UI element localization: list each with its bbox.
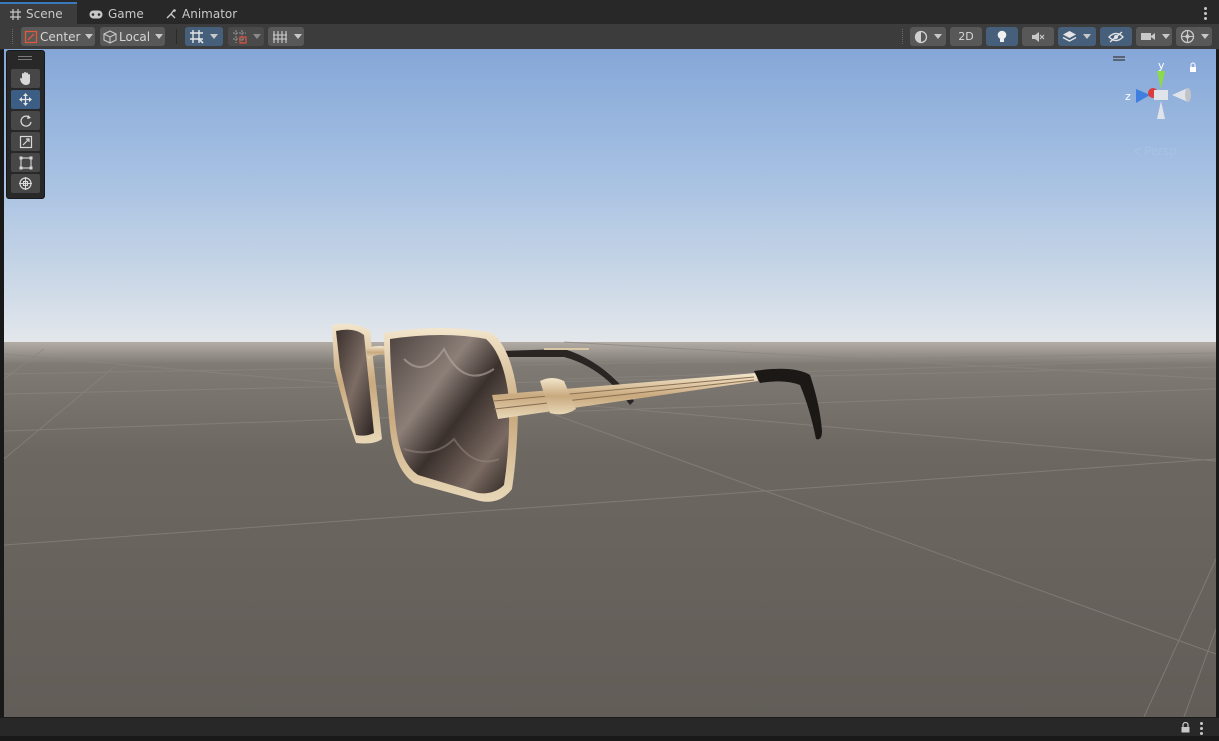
grid-snap-toggle[interactable] <box>185 27 223 46</box>
view-tool-button[interactable] <box>11 69 40 88</box>
move-tool-button[interactable] <box>11 90 40 109</box>
chevron-down-icon <box>210 34 218 39</box>
left-lens <box>332 323 382 444</box>
chevron-down-icon <box>85 34 94 39</box>
gamepad-icon <box>89 10 103 18</box>
status-bar <box>0 717 1219 741</box>
scene-viewport[interactable]: y z Persp <box>4 49 1216 717</box>
lightbulb-icon <box>997 30 1007 42</box>
shaded-sphere-icon <box>914 30 928 43</box>
pivot-label: Center <box>40 29 81 44</box>
chevron-left-icon <box>1134 146 1141 156</box>
gizmo-sphere-icon <box>1180 29 1195 44</box>
transform-gizmo-icon <box>19 177 32 190</box>
camera-icon <box>1141 33 1155 40</box>
chevron-down-icon <box>1162 34 1170 39</box>
space-label: Local <box>119 29 151 44</box>
tab-game-label: Game <box>108 7 144 21</box>
chevron-down-icon <box>1083 34 1091 39</box>
scene-render <box>4 323 1216 717</box>
toolbar-grip[interactable] <box>902 29 905 44</box>
gizmos-dropdown[interactable] <box>1176 27 1212 46</box>
grid-snap-icon <box>190 30 204 44</box>
animator-icon <box>166 8 176 18</box>
camera-settings-dropdown[interactable] <box>1136 27 1172 46</box>
lock-icon[interactable] <box>1181 722 1190 733</box>
scene-toolbar: Center Local 2D <box>0 24 1219 50</box>
chevron-down-icon <box>155 34 164 39</box>
audio-mute-icon <box>1032 31 1045 42</box>
scale-icon <box>19 135 32 148</box>
hand-icon <box>19 72 30 85</box>
draw-mode-dropdown[interactable] <box>910 27 946 46</box>
pivot-dropdown[interactable]: Center <box>21 27 95 46</box>
grid-icon <box>10 8 21 20</box>
cube-icon <box>103 29 117 44</box>
tab-scene-label: Scene <box>26 7 63 21</box>
chevron-down-icon <box>253 34 261 39</box>
lock-icon[interactable] <box>1190 67 1196 72</box>
scale-tool-button[interactable] <box>11 132 40 151</box>
gizmo-handle-icon <box>1113 56 1125 61</box>
chevron-down-icon <box>934 34 942 39</box>
pivot-center-icon <box>24 30 38 43</box>
layers-icon <box>1062 30 1077 42</box>
rect-tool-button[interactable] <box>11 153 40 172</box>
increment-snap-toggle[interactable] <box>228 27 264 46</box>
move-arrows-icon <box>19 93 32 106</box>
effects-dropdown[interactable] <box>1058 27 1096 46</box>
chevron-down-icon <box>1201 34 1209 39</box>
hidden-eye-icon <box>1108 30 1124 43</box>
grid-lines-icon <box>273 30 287 43</box>
chevron-down-icon <box>294 34 302 39</box>
rect-transform-icon <box>19 156 32 169</box>
increment-snap-icon <box>233 30 247 44</box>
more-options-icon[interactable] <box>1200 722 1203 735</box>
rotate-tool-button[interactable] <box>11 111 40 130</box>
tab-animator[interactable]: Animator <box>166 4 237 24</box>
tab-animator-label: Animator <box>182 7 238 21</box>
overlay-handle-icon[interactable] <box>18 56 32 57</box>
toolbar-divider <box>176 29 177 44</box>
more-options-icon[interactable] <box>1204 7 1207 22</box>
tab-bar: Scene Game Animator <box>0 0 1219 24</box>
tab-game[interactable]: Game <box>89 4 144 24</box>
grid-visibility-toggle[interactable] <box>268 27 304 46</box>
space-dropdown[interactable]: Local <box>100 27 165 46</box>
projection-toggle[interactable]: Persp <box>1134 144 1177 158</box>
gizmo-z-label: z <box>1125 90 1131 103</box>
lighting-toggle[interactable] <box>986 27 1018 46</box>
audio-toggle[interactable] <box>1022 27 1054 46</box>
gizmo-y-label: y <box>1158 59 1165 72</box>
projection-label: Persp <box>1144 144 1177 158</box>
orientation-gizmo[interactable]: y z <box>1108 53 1208 139</box>
toolbar-grip[interactable] <box>12 29 15 44</box>
tools-overlay <box>6 50 45 199</box>
tab-scene[interactable]: Scene <box>0 2 77 24</box>
scene-visibility-toggle[interactable] <box>1100 27 1132 46</box>
transform-tool-button[interactable] <box>11 174 40 193</box>
mode-2d-button[interactable]: 2D <box>950 27 982 46</box>
mode-2d-label: 2D <box>958 30 974 43</box>
rotate-icon <box>19 114 32 127</box>
